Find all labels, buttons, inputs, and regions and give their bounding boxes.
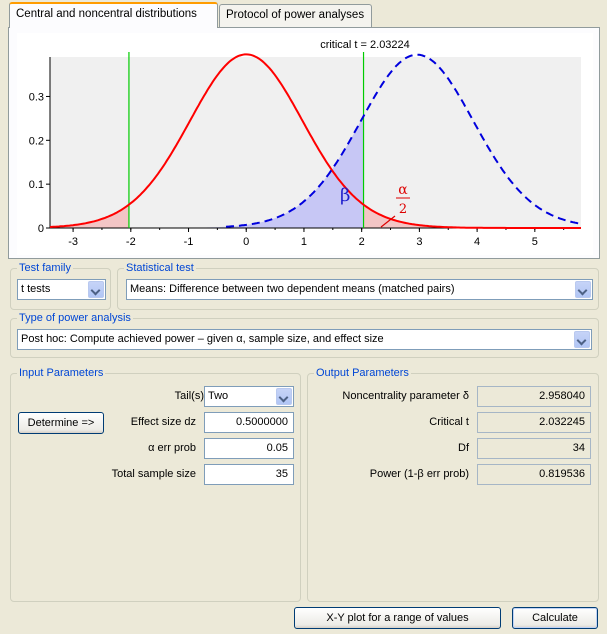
statistical-test-group: Statistical test Means: Difference betwe…	[117, 261, 599, 310]
chevron-down-icon[interactable]	[575, 281, 591, 298]
chart-title: critical t = 2.03224	[320, 39, 410, 51]
x-tick-label: 3	[416, 236, 422, 248]
x-tick-label: 1	[301, 236, 307, 248]
statistical-test-select[interactable]: Means: Difference between two dependent …	[126, 279, 593, 300]
critical-t-label: Critical t	[429, 416, 469, 428]
tab-distributions[interactable]: Central and noncentral distributions	[9, 2, 218, 28]
input-parameters-group: Input Parameters Tail(s) Two Determine =…	[10, 366, 301, 602]
statistical-test-value: Means: Difference between two dependent …	[130, 283, 455, 295]
x-tick-label: 0	[243, 236, 249, 248]
calculate-button[interactable]: Calculate	[512, 607, 598, 629]
distribution-chart: -3 -2 -1 0 1 2 3 4 5 0 0.1 0.2 0.3 critical t = 2.032…	[17, 33, 593, 255]
x-tick-label: 4	[474, 236, 480, 248]
distribution-plot: -3 -2 -1 0 1 2 3 4 5 0 0.1 0.2 0.3 critical t = 2.032…	[29, 39, 582, 248]
output-parameters-group: Output Parameters Noncentrality paramete…	[307, 366, 599, 602]
alpha-divisor: 2	[399, 202, 407, 217]
test-family-value: t tests	[21, 283, 51, 295]
x-tick-label: -2	[126, 236, 136, 248]
power-analysis-group: Type of power analysis Post hoc: Compute…	[10, 311, 599, 358]
df-field: 34	[477, 438, 591, 459]
tails-label: Tail(s)	[174, 390, 204, 402]
effect-size-field[interactable]: 0.5000000	[204, 412, 294, 433]
sample-size-field[interactable]: 35	[204, 464, 294, 485]
power-field: 0.819536	[477, 464, 591, 485]
test-family-group: Test family t tests	[10, 261, 111, 310]
df-label: Df	[458, 442, 469, 454]
tab-protocol[interactable]: Protocol of power analyses	[219, 4, 372, 27]
sample-size-label: Total sample size	[111, 468, 196, 480]
y-tick-label: 0	[38, 223, 44, 235]
power-analysis-value: Post hoc: Compute achieved power – given…	[21, 333, 384, 345]
tails-value: Two	[208, 390, 229, 402]
power-label: Power (1-β err prob)	[369, 468, 469, 480]
statistical-test-title: Statistical test	[124, 261, 196, 275]
determine-button[interactable]: Determine =>	[18, 412, 104, 434]
input-parameters-title: Input Parameters	[17, 366, 106, 380]
beta-label: β	[340, 185, 350, 206]
chevron-down-icon[interactable]	[574, 331, 590, 348]
output-parameters-title: Output Parameters	[314, 366, 411, 380]
y-tick-label: 0.3	[29, 91, 44, 103]
power-analysis-title: Type of power analysis	[17, 311, 133, 325]
x-tick-label: -1	[184, 236, 194, 248]
chevron-down-icon[interactable]	[88, 281, 104, 298]
test-family-title: Test family	[17, 261, 73, 275]
chevron-down-icon[interactable]	[276, 388, 292, 405]
x-tick-label: 2	[359, 236, 365, 248]
alpha-field[interactable]: 0.05	[204, 438, 294, 459]
power-analysis-select[interactable]: Post hoc: Compute achieved power – given…	[17, 329, 592, 350]
test-family-select[interactable]: t tests	[17, 279, 106, 300]
critical-t-field: 2.032245	[477, 412, 591, 433]
y-tick-label: 0.2	[29, 135, 44, 147]
xy-plot-button[interactable]: X-Y plot for a range of values	[294, 607, 501, 629]
distributions-panel: -3 -2 -1 0 1 2 3 4 5 0 0.1 0.2 0.3 critical t = 2.032…	[8, 27, 600, 259]
y-tick-label: 0.1	[29, 179, 44, 191]
noncentrality-label: Noncentrality parameter δ	[342, 390, 469, 402]
tails-select[interactable]: Two	[204, 386, 294, 407]
effect-size-label: Effect size dz	[130, 416, 196, 428]
alpha-label: α err prob	[148, 442, 196, 454]
x-tick-label: -3	[68, 236, 78, 248]
x-tick-label: 5	[532, 236, 538, 248]
alpha-label: α	[398, 182, 408, 198]
noncentrality-field: 2.958040	[477, 386, 591, 407]
